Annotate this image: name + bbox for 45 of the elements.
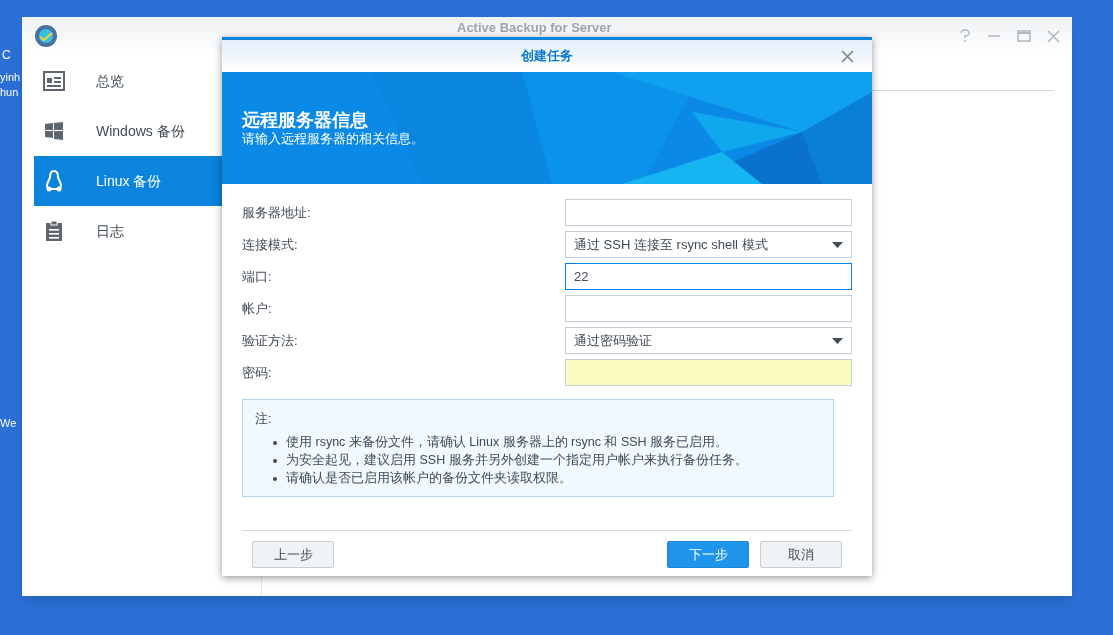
field-label: 端口:	[242, 267, 272, 286]
field-label: 连接模式:	[242, 235, 298, 254]
sidebar-label: 日志	[96, 221, 124, 241]
window-title: Active Backup for Server	[457, 21, 612, 34]
desktop-label: We	[0, 418, 17, 429]
close-icon[interactable]	[1047, 29, 1060, 43]
sidebar-label: 总览	[96, 71, 124, 91]
dialog-title: 创建任务	[521, 47, 573, 66]
dropdown[interactable]: 通过 SSH 连接至 rsync shell 模式	[565, 231, 852, 258]
penguin-icon	[44, 170, 64, 192]
sidebar-label: Windows 备份	[96, 121, 185, 141]
input-field[interactable]	[565, 199, 852, 226]
note-title: 注:	[255, 410, 273, 428]
input-field[interactable]: 22	[565, 263, 852, 290]
input-field[interactable]	[565, 359, 852, 386]
note-item: 使用 rsync 来备份文件，请确认 Linux 服务器上的 rsync 和 SSH 服务已启用。	[286, 433, 729, 451]
caret-icon	[832, 337, 843, 344]
caret-icon	[832, 241, 843, 248]
field-label: 服务器地址:	[242, 203, 311, 222]
note-item: 请确认是否已启用该帐户的备份文件夹读取权限。	[286, 469, 572, 487]
desktop-label: hun	[0, 87, 19, 98]
dialog-button[interactable]: 取消	[760, 541, 842, 568]
close-icon[interactable]	[841, 50, 854, 63]
sidebar-label: Linux 备份	[96, 171, 162, 191]
banner-subheading: 请输入远程服务器的相关信息。	[242, 131, 425, 148]
banner-heading: 远程服务器信息	[242, 108, 369, 132]
id-card-icon	[43, 71, 65, 91]
help-icon[interactable]	[959, 29, 971, 43]
desktop-label: yinh	[0, 72, 21, 83]
bullet-icon	[273, 458, 277, 463]
input-field[interactable]	[565, 295, 852, 322]
field-label: 验证方法:	[242, 331, 298, 350]
clipboard-icon	[45, 220, 63, 242]
bullet-icon	[273, 476, 277, 481]
windows-icon	[44, 121, 64, 141]
field-label: 密码:	[242, 363, 272, 382]
desktop-label: C	[2, 47, 11, 64]
note-item: 为安全起见，建议启用 SSH 服务并另外创建一个指定用户帐户来执行备份任务。	[286, 451, 748, 469]
field-label: 帐户:	[242, 299, 272, 318]
dropdown[interactable]: 通过密码验证	[565, 327, 852, 354]
sidebar-item[interactable]: 总览	[34, 56, 261, 106]
dialog-button[interactable]: 上一步	[252, 541, 334, 568]
bullet-icon	[273, 440, 277, 445]
app-logo-icon	[34, 24, 58, 48]
maximize-icon[interactable]	[1017, 30, 1031, 42]
